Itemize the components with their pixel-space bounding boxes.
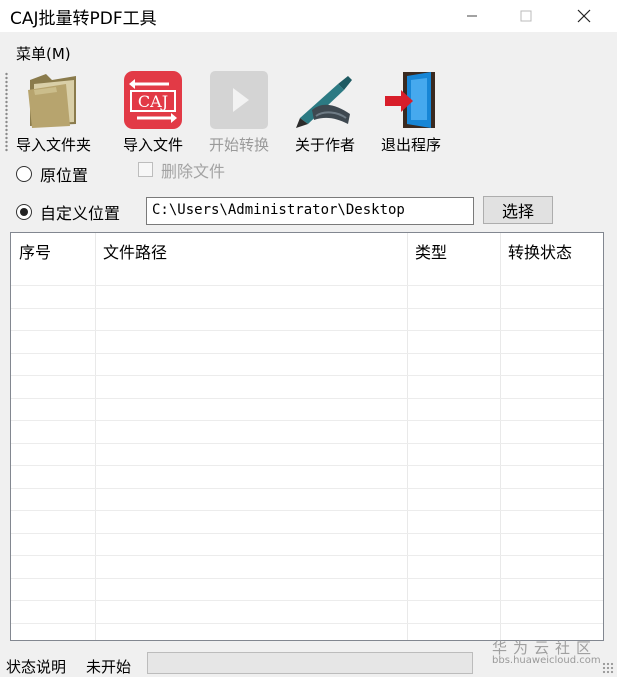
column-header-status[interactable]: 转换状态	[500, 233, 603, 267]
folder-icon	[22, 68, 86, 132]
table-row-line	[11, 375, 603, 376]
minimize-button[interactable]	[449, 0, 495, 32]
menu-main[interactable]: 菜单(M)	[16, 43, 71, 64]
column-header-index[interactable]: 序号	[11, 233, 95, 267]
title-bar: CAJ批量转PDF工具	[0, 0, 617, 32]
delete-files-checkbox[interactable]	[138, 162, 153, 177]
file-list-table[interactable]: 序号 文件路径 类型 转换状态	[10, 232, 604, 641]
table-row-line	[11, 555, 603, 556]
window-title: CAJ批量转PDF工具	[10, 9, 157, 29]
pen-icon	[293, 68, 357, 132]
about-author-button[interactable]: 关于作者	[293, 68, 357, 155]
svg-text:CAJ: CAJ	[138, 92, 168, 111]
status-label: 状态说明	[6, 658, 67, 676]
table-row-line	[11, 578, 603, 579]
resize-grip[interactable]	[602, 662, 614, 674]
exit-program-button[interactable]: 退出程序	[379, 68, 443, 155]
minimize-icon	[467, 15, 477, 17]
import-file-label: 导入文件	[122, 136, 183, 154]
table-row-line	[11, 353, 603, 354]
custom-location-radio[interactable]	[16, 204, 32, 220]
import-folder-label: 导入文件夹	[16, 136, 92, 154]
maximize-icon	[520, 10, 532, 22]
table-header: 序号 文件路径 类型 转换状态	[11, 233, 603, 267]
custom-location-label[interactable]: 自定义位置	[40, 200, 120, 224]
import-folder-button[interactable]: 导入文件夹	[16, 68, 91, 155]
exit-door-icon	[379, 68, 443, 132]
table-row-line	[11, 623, 603, 624]
table-row-line	[11, 533, 603, 534]
close-button[interactable]	[561, 0, 607, 32]
table-row-line	[11, 510, 603, 511]
start-convert-label: 开始转换	[208, 136, 269, 154]
close-icon	[577, 9, 591, 23]
watermark-url: bbs.huaweicloud.com	[492, 655, 601, 666]
path-input[interactable]: C:\Users\Administrator\Desktop	[146, 197, 474, 225]
toolbar-grip[interactable]	[5, 72, 8, 152]
choose-button[interactable]: 选择	[483, 196, 553, 224]
table-row-line	[11, 600, 603, 601]
maximize-button[interactable]	[503, 0, 549, 32]
progress-bar	[147, 652, 473, 674]
menu-bar: 菜单(M)	[0, 36, 617, 66]
table-row-line	[11, 285, 603, 286]
about-author-label: 关于作者	[294, 136, 355, 154]
column-header-type[interactable]: 类型	[407, 233, 500, 267]
import-file-button[interactable]: CAJ 导入文件	[121, 68, 185, 155]
table-row-line	[11, 398, 603, 399]
column-header-path[interactable]: 文件路径	[95, 233, 407, 267]
table-row-line	[11, 465, 603, 466]
table-row-line	[11, 330, 603, 331]
table-row-line	[11, 488, 603, 489]
table-row-line	[11, 308, 603, 309]
caj-icon: CAJ	[121, 68, 185, 132]
start-convert-button[interactable]: 开始转换	[207, 68, 271, 155]
table-row-line	[11, 443, 603, 444]
play-icon	[207, 68, 271, 132]
original-location-radio[interactable]	[16, 166, 32, 182]
original-location-label[interactable]: 原位置	[40, 162, 88, 186]
delete-files-label: 删除文件	[161, 162, 226, 181]
status-value: 未开始	[86, 658, 132, 676]
exit-program-label: 退出程序	[380, 136, 441, 154]
table-row-line	[11, 420, 603, 421]
